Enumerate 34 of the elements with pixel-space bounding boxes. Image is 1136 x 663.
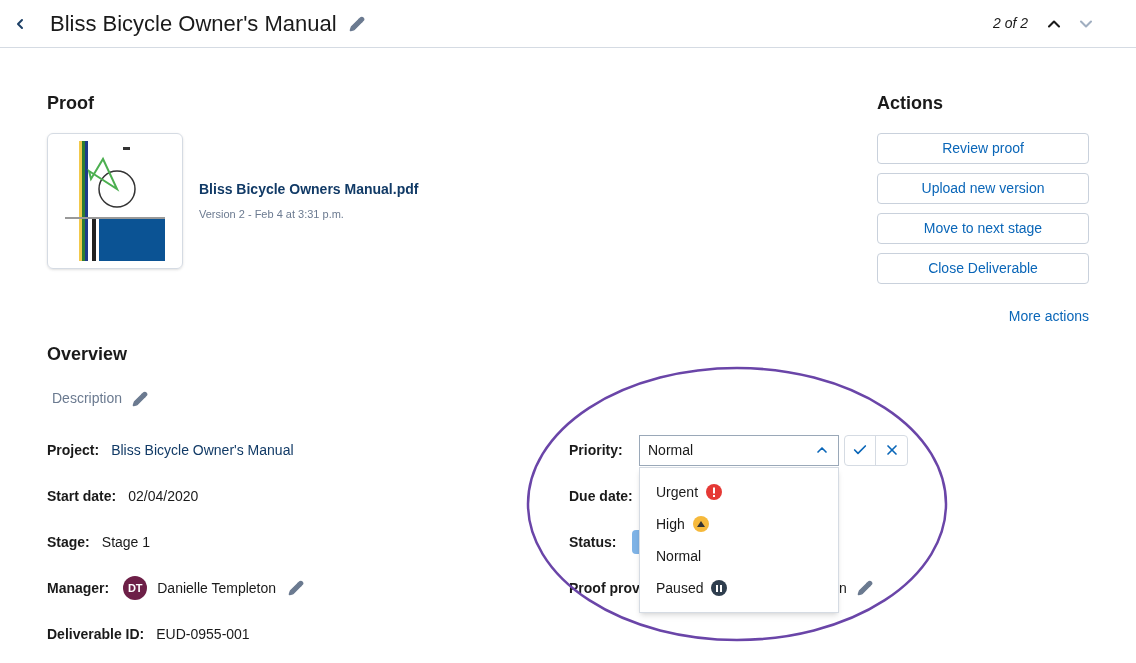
field-value: n bbox=[839, 578, 847, 598]
priority-option[interactable]: High bbox=[640, 508, 838, 540]
priority-select[interactable]: Normal bbox=[639, 434, 839, 466]
file-link[interactable]: Bliss Bicycle Owners Manual.pdf bbox=[199, 179, 419, 201]
action-button[interactable]: Close Deliverable bbox=[877, 253, 1089, 284]
action-button[interactable]: Move to next stage bbox=[877, 213, 1089, 244]
avatar: DT bbox=[123, 576, 148, 600]
action-button[interactable]: Upload new version bbox=[877, 173, 1089, 204]
section-heading: Proof bbox=[47, 92, 95, 115]
field-label: Status: bbox=[569, 532, 618, 552]
more-actions-link[interactable]: More actions bbox=[1008, 306, 1089, 327]
version-text: Version 2 - Feb 4 at 3:31 p.m. bbox=[199, 207, 345, 223]
field-label: Proof prov bbox=[569, 578, 639, 598]
field-value: Danielle Templeton bbox=[157, 578, 277, 598]
priority-option[interactable]: Urgent bbox=[640, 476, 838, 508]
project-link[interactable]: Bliss Bicycle Owner's Manual bbox=[111, 439, 294, 461]
priority-option[interactable]: Normal bbox=[640, 540, 838, 572]
field-value: Stage 1 bbox=[101, 532, 151, 552]
field-label: Priority: bbox=[569, 440, 624, 460]
field-value: EUD-0955-001 bbox=[156, 624, 250, 644]
field-label: Start date: bbox=[47, 486, 117, 506]
description-label: Description bbox=[52, 389, 123, 408]
field-label: Stage: bbox=[47, 532, 90, 552]
section-heading: Overview bbox=[47, 343, 129, 366]
page-title: Bliss Bicycle Owner's Manual bbox=[50, 10, 337, 38]
pager: 2 of 2 bbox=[992, 14, 1028, 33]
priority-option[interactable]: Paused bbox=[640, 572, 838, 604]
field-label: Project: bbox=[47, 440, 100, 460]
section-heading: Actions bbox=[877, 92, 944, 115]
field-value: 02/04/2020 bbox=[128, 486, 199, 506]
action-button[interactable]: Review proof bbox=[877, 133, 1089, 164]
field-label: Deliverable ID: bbox=[47, 624, 145, 644]
field-label: Due date: bbox=[569, 486, 634, 506]
field-label: Manager: bbox=[47, 578, 110, 598]
